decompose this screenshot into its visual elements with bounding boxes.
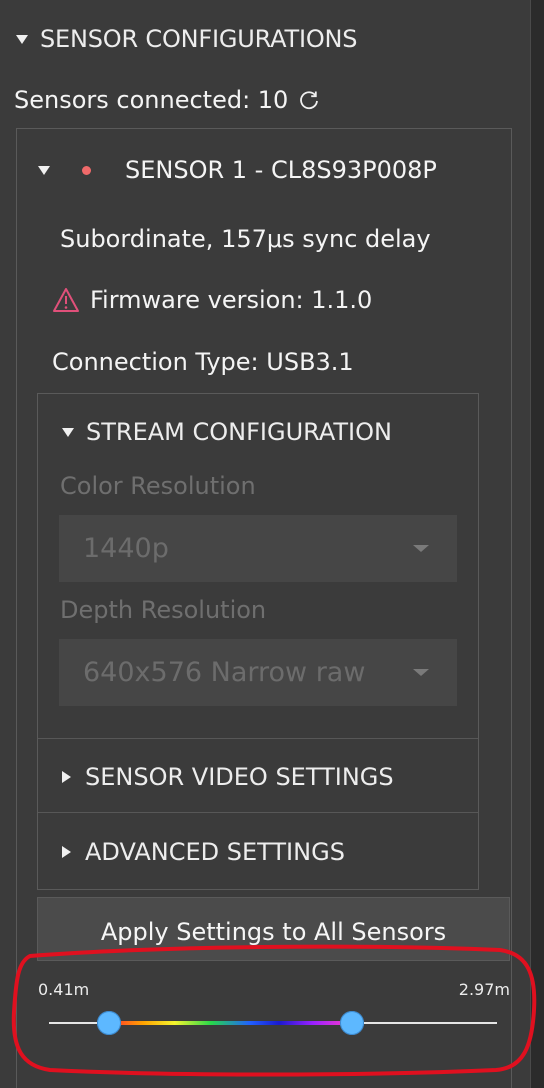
- firmware-row: Firmware version: 1.1.0: [52, 282, 372, 318]
- stream-configuration-header[interactable]: STREAM CONFIGURATION: [62, 414, 392, 450]
- sensor-config-panel: SENSOR CONFIGURATIONS Sensors connected:…: [0, 0, 544, 1088]
- advanced-settings-header[interactable]: ADVANCED SETTINGS: [62, 834, 345, 870]
- advanced-settings-title: ADVANCED SETTINGS: [85, 838, 345, 866]
- dropdown-arrow-icon: [413, 669, 429, 676]
- color-resolution-select[interactable]: 1440p: [59, 515, 457, 582]
- expand-triangle-icon: [62, 846, 71, 858]
- color-resolution-value: 1440p: [83, 533, 169, 564]
- sensors-connected-label: Sensors connected: 10: [14, 86, 289, 114]
- collapse-triangle-icon: [16, 34, 28, 44]
- apply-all-sensors-button[interactable]: Apply Settings to All Sensors: [37, 897, 510, 961]
- divider: [38, 812, 478, 813]
- collapse-triangle-icon: [62, 427, 74, 437]
- connection-type: Connection Type: USB3.1: [52, 348, 354, 376]
- depth-resolution-label: Depth Resolution: [60, 596, 267, 624]
- sensors-connected-row: Sensors connected: 10: [14, 82, 320, 118]
- dropdown-arrow-icon: [413, 545, 429, 552]
- depth-range-max-handle[interactable]: [340, 1011, 364, 1035]
- sync-info: Subordinate, 157μs sync delay: [60, 225, 431, 253]
- scrollbar-track[interactable]: [530, 0, 544, 1088]
- firmware-version: Firmware version: 1.1.0: [90, 286, 373, 314]
- status-dot-icon: [82, 165, 91, 175]
- refresh-icon[interactable]: [298, 89, 320, 111]
- section-title: SENSOR CONFIGURATIONS: [40, 25, 358, 53]
- expand-triangle-icon: [62, 771, 71, 783]
- depth-range-max-label: 2.97m: [458, 979, 510, 999]
- divider: [38, 738, 478, 739]
- sensor-video-settings-header[interactable]: SENSOR VIDEO SETTINGS: [62, 759, 394, 795]
- sensor-1-title: SENSOR 1 - CL8S93P008P: [125, 156, 437, 184]
- depth-resolution-value: 640x576 Narrow raw: [83, 657, 366, 688]
- depth-range-color-gradient: [109, 1021, 352, 1025]
- depth-range-min-label: 0.41m: [38, 979, 90, 999]
- depth-resolution-select[interactable]: 640x576 Narrow raw: [59, 639, 457, 706]
- color-resolution-label: Color Resolution: [60, 472, 256, 500]
- sensor-configurations-header[interactable]: SENSOR CONFIGURATIONS: [16, 22, 358, 56]
- stream-configuration-title: STREAM CONFIGURATION: [86, 418, 392, 446]
- sensor-video-settings-title: SENSOR VIDEO SETTINGS: [85, 763, 394, 791]
- collapse-triangle-icon: [38, 165, 50, 175]
- warning-triangle-icon: [53, 288, 79, 312]
- depth-range-min-handle[interactable]: [97, 1011, 121, 1035]
- sensor-1-header[interactable]: SENSOR 1 - CL8S93P008P: [38, 152, 437, 188]
